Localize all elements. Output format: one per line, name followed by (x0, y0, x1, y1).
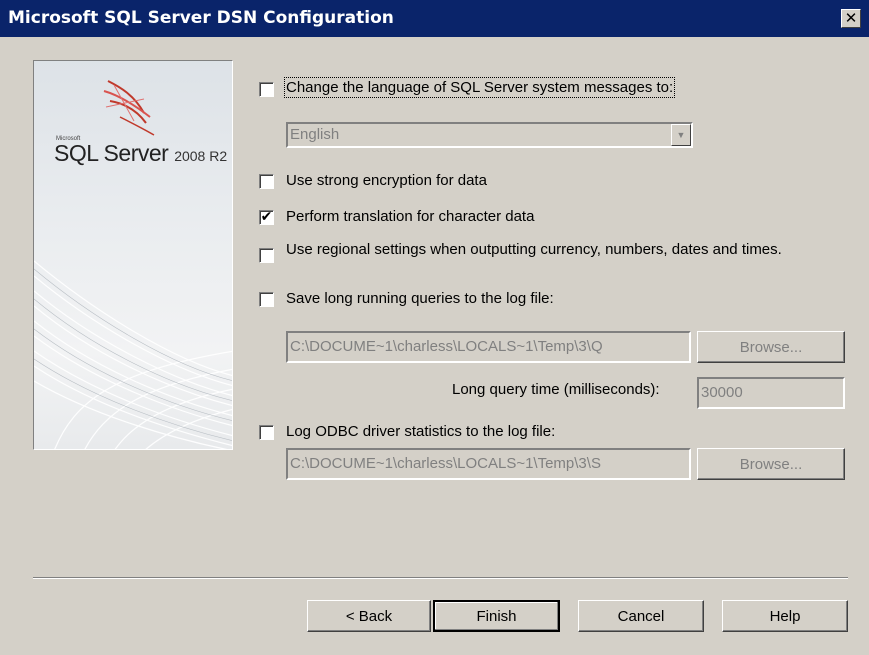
product-banner: Microsoft SQL Server 2008 R2 (33, 60, 233, 450)
strong-encryption-label[interactable]: Use strong encryption for data (286, 172, 487, 189)
sql-server-logo-icon (103, 80, 155, 136)
long-query-file-input[interactable]: C:\DOCUME~1\charless\LOCALS~1\Temp\3\Q (286, 331, 691, 363)
banner-product-text: SQL Server (54, 140, 169, 166)
long-query-time-label: Long query time (milliseconds): (452, 381, 660, 398)
long-query-browse-button[interactable]: Browse... (697, 331, 845, 363)
banner-product-name: SQL Server 2008 R2 (54, 140, 227, 167)
long-queries-label[interactable]: Save long running queries to the log fil… (286, 290, 554, 307)
regional-settings-label[interactable]: Use regional settings when outputting cu… (286, 241, 846, 258)
change-language-checkbox[interactable] (259, 82, 274, 97)
language-select-value: English (290, 126, 340, 143)
odbc-stats-checkbox[interactable] (259, 425, 274, 440)
banner-waves-graphic (34, 260, 232, 449)
change-language-text: Change the language of SQL Server system… (283, 77, 676, 98)
close-button[interactable]: ✕ (841, 9, 861, 28)
change-language-label[interactable]: Change the language of SQL Server system… (283, 77, 676, 98)
long-queries-checkbox[interactable] (259, 292, 274, 307)
back-button[interactable]: < Back (307, 600, 431, 632)
language-select[interactable]: English ▼ (286, 122, 693, 148)
separator (33, 577, 848, 579)
odbc-stats-browse-button[interactable]: Browse... (697, 448, 845, 480)
window-title: Microsoft SQL Server DSN Configuration (8, 8, 394, 28)
chevron-down-icon[interactable]: ▼ (671, 124, 691, 146)
finish-button[interactable]: Finish (433, 600, 560, 632)
long-query-time-input[interactable]: 30000 (697, 377, 845, 409)
translation-checkbox[interactable]: ✔ (259, 210, 274, 225)
strong-encryption-checkbox[interactable] (259, 174, 274, 189)
translation-label[interactable]: Perform translation for character data (286, 208, 534, 225)
cancel-button[interactable]: Cancel (578, 600, 704, 632)
close-icon: ✕ (844, 9, 858, 27)
help-button[interactable]: Help (722, 600, 848, 632)
odbc-stats-file-input[interactable]: C:\DOCUME~1\charless\LOCALS~1\Temp\3\S (286, 448, 691, 480)
regional-settings-checkbox[interactable] (259, 248, 274, 263)
title-bar: Microsoft SQL Server DSN Configuration ✕ (0, 0, 869, 37)
odbc-stats-label[interactable]: Log ODBC driver statistics to the log fi… (286, 423, 555, 440)
checkmark-icon: ✔ (260, 209, 273, 225)
banner-version: 2008 R2 (174, 148, 228, 164)
